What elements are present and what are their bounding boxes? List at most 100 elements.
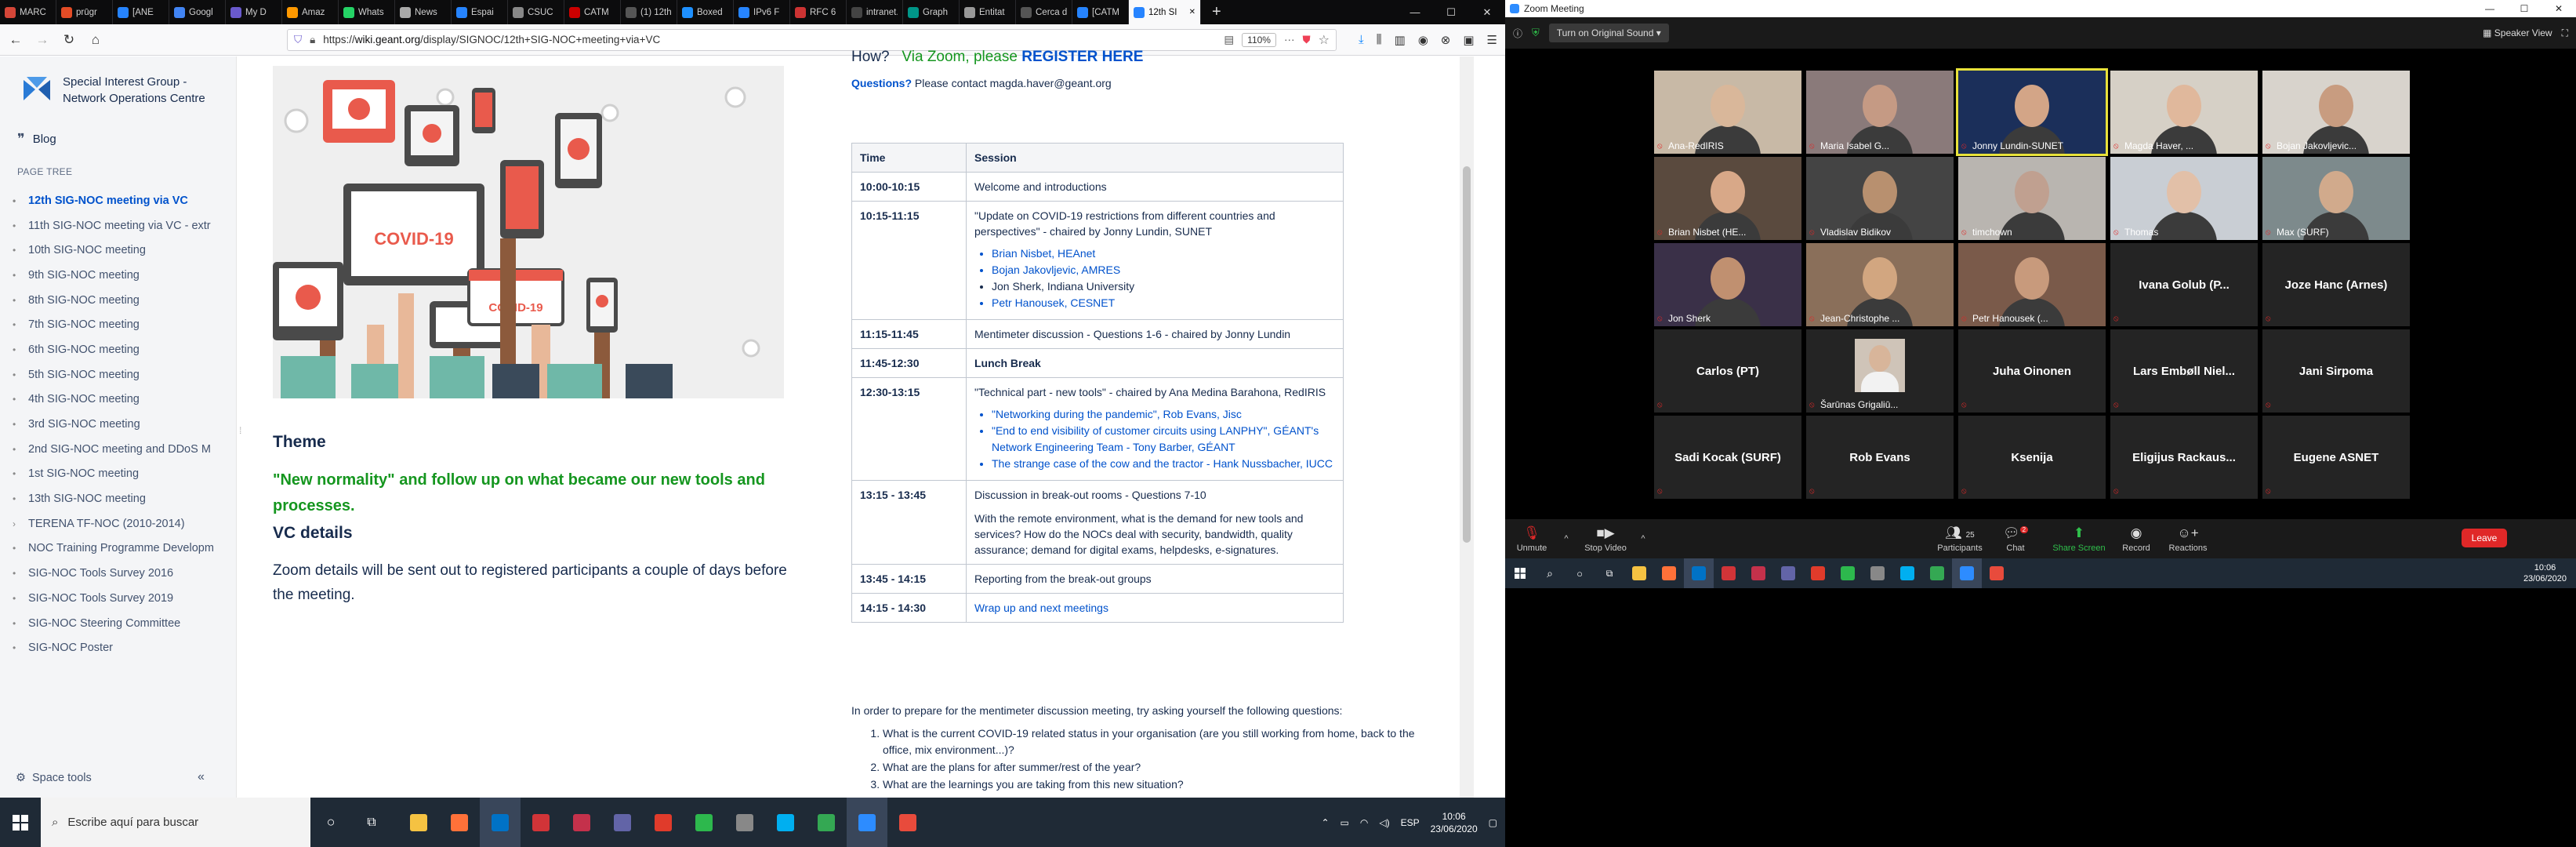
participant-tile[interactable]: Ksenija ⦸ <box>1958 416 2106 499</box>
taskbar-app-icon[interactable] <box>480 798 521 847</box>
page-tree-item[interactable]: • NOC Training Programme Developm <box>13 536 232 562</box>
windows-start-icon[interactable] <box>0 798 41 847</box>
taskbar-app-icon[interactable] <box>1624 558 1654 588</box>
home-icon[interactable]: ⌂ <box>88 32 103 48</box>
browser-tab[interactable]: My D <box>226 0 282 24</box>
taskbar-app-icon[interactable] <box>398 798 439 847</box>
page-scrollbar[interactable] <box>1460 56 1474 798</box>
task-view-icon[interactable]: ⧉ <box>351 798 392 847</box>
chat-button[interactable]: 💬︎ 2 Chat <box>1996 519 2035 558</box>
browser-tab-active[interactable]: 12th SI ✕ <box>1129 0 1201 24</box>
close-icon[interactable]: ✕ <box>2542 3 2576 14</box>
info-icon[interactable]: ⓘ <box>1513 27 1522 40</box>
back-icon[interactable]: ← <box>8 32 24 48</box>
taskbar-app-icon[interactable] <box>561 798 602 847</box>
page-tree-item[interactable]: • 5th SIG-NOC meeting <box>13 362 232 387</box>
taskbar-app-icon[interactable] <box>1773 558 1803 588</box>
speaker-item[interactable]: "End to end visibility of customer circu… <box>992 423 1335 456</box>
notifications-icon[interactable]: ▢ <box>1489 817 1497 828</box>
tray-up-icon[interactable]: ⌃ <box>1321 817 1329 828</box>
account-icon[interactable]: ◉ <box>1418 33 1428 47</box>
taskbar-app-icon[interactable] <box>1833 558 1863 588</box>
taskbar-app-icon[interactable] <box>1922 558 1952 588</box>
new-tab-button[interactable]: + <box>1201 0 1232 24</box>
participant-tile[interactable]: Jon Sherk ⦸ <box>1654 243 1801 326</box>
taskbar-app-icon[interactable] <box>521 798 561 847</box>
close-icon[interactable]: ✕ <box>1469 0 1505 24</box>
taskbar-app-icon[interactable] <box>1863 558 1892 588</box>
download-icon[interactable]: ⤓ <box>1359 33 1364 47</box>
participants-button[interactable]: 👥︎ 25 Participants <box>1928 519 1991 558</box>
taskbar-app-icon[interactable] <box>684 798 724 847</box>
network-icon[interactable]: ▭ <box>1341 817 1349 828</box>
participant-tile[interactable]: Rob Evans ⦸ <box>1806 416 1954 499</box>
taskbar-search[interactable]: ⌕ Escribe aquí para buscar <box>41 798 310 847</box>
maximize-icon[interactable]: ☐ <box>1433 0 1469 24</box>
clock[interactable]: 10:06 23/06/2020 <box>2523 562 2576 584</box>
participant-tile[interactable]: Thomas ⦸ <box>2110 157 2258 240</box>
participant-tile[interactable]: Carlos (PT) ⦸ <box>1654 329 1801 413</box>
participant-tile[interactable]: Šarūnas Grigaliū... ⦸ <box>1806 329 1954 413</box>
page-tree-item[interactable]: • 12th SIG-NOC meeting via VC <box>13 188 232 213</box>
page-tree-item[interactable]: • SIG-NOC Poster <box>13 635 232 660</box>
participant-tile[interactable]: Max (SURF) ⦸ <box>2262 157 2410 240</box>
browser-tab[interactable]: Googl <box>169 0 226 24</box>
page-tree-item[interactable]: • 1st SIG-NOC meeting <box>13 462 232 487</box>
participant-tile[interactable]: Ana-RedIRIS ⦸ <box>1654 71 1801 154</box>
security-shield-icon[interactable]: ⛨ <box>1532 27 1540 39</box>
taskbar-app-icon[interactable] <box>1684 558 1714 588</box>
participant-tile[interactable]: Sadi Kocak (SURF) ⦸ <box>1654 416 1801 499</box>
taskbar-app-icon[interactable] <box>1892 558 1922 588</box>
taskbar-app-icon[interactable] <box>724 798 765 847</box>
page-tree-item[interactable]: › TERENA TF-NOC (2010-2014) <box>13 511 232 536</box>
taskbar-app-icon[interactable] <box>765 798 806 847</box>
taskbar-app-icon[interactable] <box>1714 558 1743 588</box>
taskbar-app-icon[interactable] <box>643 798 684 847</box>
reader-icon[interactable]: ▤ <box>1224 34 1234 46</box>
space-tools-button[interactable]: ⚙ Space tools <box>16 772 92 784</box>
page-tree-item[interactable]: • SIG-NOC Tools Survey 2016 <box>13 561 232 586</box>
participant-tile[interactable]: Bojan Jakovljevic... ⦸ <box>2262 71 2410 154</box>
page-tree-item[interactable]: • 11th SIG-NOC meeting via VC - extr <box>13 213 232 238</box>
browser-tab[interactable]: Graph <box>903 0 960 24</box>
more-icon[interactable]: ··· <box>1284 34 1295 45</box>
browser-tab[interactable]: Cerca de <box>1016 0 1072 24</box>
browser-tab[interactable]: prūgr <box>56 0 113 24</box>
participant-tile[interactable]: Petr Hanousek (... ⦸ <box>1958 243 2106 326</box>
extension-icon[interactable]: ⊗ <box>1441 33 1451 47</box>
browser-tab[interactable]: CATM <box>564 0 621 24</box>
participant-tile[interactable]: Brian Nisbet (HE... ⦸ <box>1654 157 1801 240</box>
space-name[interactable]: Special Interest Group - Network Operati… <box>63 74 227 107</box>
clock[interactable]: 10:06 23/06/2020 <box>1431 810 1478 835</box>
blog-link[interactable]: ❞ Blog <box>17 131 56 147</box>
browser-tab[interactable]: Boxed <box>677 0 734 24</box>
reactions-button[interactable]: ☺+ Reactions <box>2162 519 2214 558</box>
page-tree-item[interactable]: • SIG-NOC Tools Survey 2019 <box>13 586 232 611</box>
participant-tile[interactable]: Jean-Christophe ... ⦸ <box>1806 243 1954 326</box>
tab-close-icon[interactable]: ✕ <box>1189 8 1195 16</box>
original-sound-button[interactable]: Turn on Original Sound ▾ <box>1548 24 1669 42</box>
browser-tab[interactable]: Amaz <box>282 0 339 24</box>
page-tree-item[interactable]: • 8th SIG-NOC meeting <box>13 288 232 313</box>
minimize-icon[interactable]: — <box>1397 0 1433 24</box>
page-tree-item[interactable]: • 4th SIG-NOC meeting <box>13 387 232 413</box>
participant-tile[interactable]: Magda Haver, ... ⦸ <box>2110 71 2258 154</box>
pocket-icon[interactable]: ⛊ <box>1302 34 1310 46</box>
participant-tile[interactable]: Ivana Golub (P... ⦸ <box>2110 243 2258 326</box>
record-button[interactable]: ◉ Record <box>2117 519 2156 558</box>
page-tree-item[interactable]: • 3rd SIG-NOC meeting <box>13 412 232 437</box>
participant-tile[interactable]: Eligijus Rackaus... ⦸ <box>2110 416 2258 499</box>
zoom-level[interactable]: 110% <box>1242 32 1276 47</box>
reload-icon[interactable]: ↻ <box>61 32 77 48</box>
share-screen-button[interactable]: ⬆ Share Screen <box>2046 519 2112 558</box>
cortana-icon[interactable]: ○ <box>1565 558 1595 588</box>
language-indicator[interactable]: ESP <box>1401 817 1420 828</box>
library-icon[interactable]: ⫼ <box>1377 33 1382 47</box>
browser-tab[interactable]: CSUC <box>508 0 564 24</box>
page-tree-item[interactable]: • SIG-NOC Steering Committee <box>13 611 232 636</box>
page-tree-item[interactable]: • 9th SIG-NOC meeting <box>13 263 232 288</box>
wifi-icon[interactable]: ◠ <box>1360 817 1368 828</box>
speaker-view-button[interactable]: ▦ Speaker View <box>2483 27 2552 38</box>
task-view-icon[interactable]: ⧉ <box>1595 558 1624 588</box>
url-bar[interactable]: ⛉ 🔒︎ https://wiki.geant.org/display/SIGN… <box>286 28 1337 51</box>
